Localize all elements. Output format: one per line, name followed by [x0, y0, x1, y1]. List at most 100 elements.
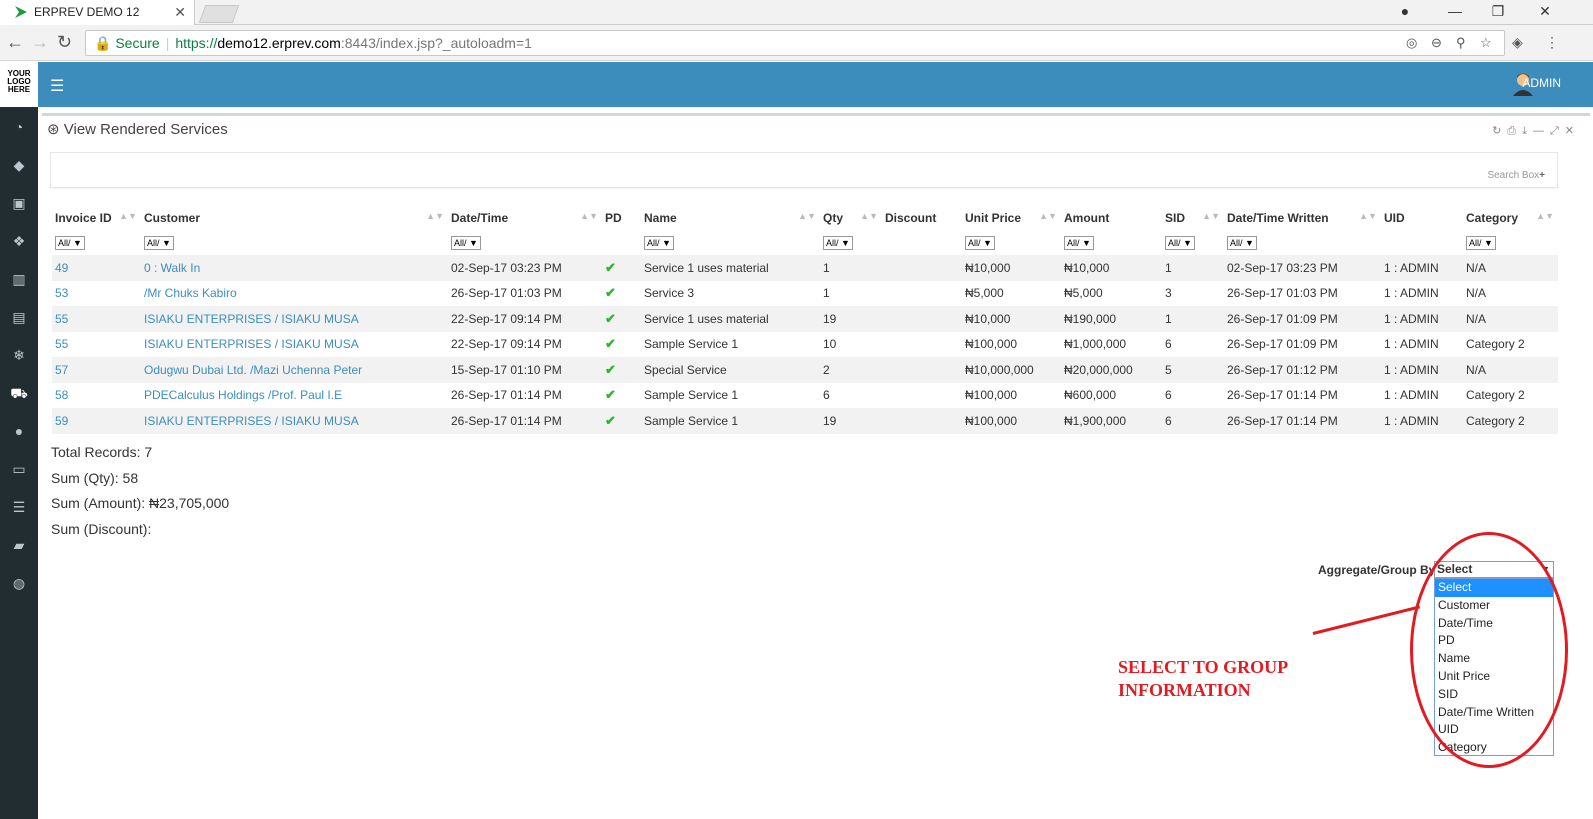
table-row[interactable]: 55 ISIAKU ENTERPRISES / ISIAKU MUSA 22-Sep… — [52, 306, 1558, 332]
table-cell[interactable]: ISIAKU ENTERPRISES / ISIAKU MUSA — [141, 408, 448, 434]
back-icon[interactable]: ← — [6, 32, 24, 52]
profile-icon[interactable]: ● — [1385, 0, 1425, 25]
cell-invoice: 59 — [55, 413, 69, 428]
col-qty[interactable]: Qty ▲▼ — [820, 205, 882, 230]
filter-sid[interactable]: All/ ▼ — [1165, 236, 1195, 250]
tag-icon[interactable]: ◆ — [8, 156, 30, 174]
restore-icon[interactable]: ❐ — [1478, 0, 1518, 25]
table-cell[interactable]: ISIAKU ENTERPRISES / ISIAKU MUSA — [141, 306, 448, 332]
url-bar[interactable]: 🔒 Secure | https://demo12.erprev.com:8443/… — [85, 30, 1505, 56]
col-discount[interactable]: Discount — [882, 205, 962, 230]
filter-customer[interactable]: All/ ▼ — [144, 236, 174, 250]
table-row[interactable]: 57 Odugwu Dubai Ltd. /Mazi Uchenna Peter 1… — [52, 357, 1558, 383]
user-name[interactable]: ADMIN — [1522, 76, 1561, 90]
collapse-icon[interactable]: — — [1533, 125, 1550, 137]
reload-icon[interactable]: ↻ — [57, 32, 72, 52]
new-tab-button[interactable] — [198, 5, 240, 23]
filter-qty[interactable]: All/ ▼ — [823, 236, 853, 250]
refresh-icon[interactable]: ↻ — [1492, 125, 1507, 137]
location-icon[interactable]: ◎ — [1406, 31, 1417, 55]
browser-menu-icon[interactable]: ⋮ — [1545, 32, 1559, 52]
browser-tab[interactable]: ERPREV DEMO 12 ✕ — [0, 0, 195, 25]
table-cell: ₦100,000 — [962, 408, 1061, 434]
expand-icon[interactable]: ⤢ — [1550, 125, 1565, 137]
support-icon[interactable]: ◍ — [8, 574, 30, 592]
table-cell[interactable]: 0 : Walk In — [141, 255, 448, 281]
forward-icon[interactable]: → — [31, 32, 49, 52]
table-cell[interactable]: 53 — [52, 281, 141, 307]
col-uid[interactable]: UID — [1381, 205, 1463, 230]
table-cell[interactable]: /Mr Chuks Kabiro — [141, 281, 448, 307]
filter-datetime[interactable]: All/ ▼ — [451, 236, 481, 250]
filter-unit-price[interactable]: All/ ▼ — [965, 236, 995, 250]
close-icon[interactable]: ✕ — [1565, 125, 1580, 137]
print-icon[interactable]: ⎙ — [1507, 125, 1522, 137]
money-icon[interactable]: ▣ — [8, 194, 30, 212]
col-invoice-id[interactable]: Invoice ID ▲▼ — [52, 205, 141, 230]
col-pd[interactable]: PD — [602, 205, 641, 230]
app-header — [0, 62, 1593, 107]
cart-icon[interactable]: ⛟ — [8, 384, 30, 402]
table-cell: 19 — [820, 408, 882, 434]
col-datetime-written[interactable]: Date/Time Written ▲▼ — [1224, 205, 1381, 230]
building-icon[interactable]: ▥ — [8, 270, 30, 288]
table-cell[interactable]: 57 — [52, 357, 141, 383]
trash-icon[interactable]: ▤ — [8, 308, 30, 326]
col-category[interactable]: Category ▲▼ — [1463, 205, 1558, 230]
comment-icon[interactable]: ● — [8, 422, 30, 440]
cell-customer: 0 : Walk In — [144, 260, 201, 275]
table-row[interactable]: 53/Mr Chuks Kabiro 26-Sep-17 01:03 PM ✔ Ser… — [52, 281, 1558, 307]
col-name[interactable]: Name ▲▼ — [641, 205, 820, 230]
aggregate-label: Aggregate/Group By: — [1318, 563, 1440, 577]
filter-name[interactable]: All/ ▼ — [644, 236, 674, 250]
cubes-icon[interactable]: ❖ — [8, 232, 30, 250]
table-row[interactable]: 49 0 : Walk In 02-Sep-17 03:23 PM ✔ Service … — [52, 255, 1558, 281]
filter-category[interactable]: All/ ▼ — [1466, 236, 1496, 250]
table-row[interactable]: 55 ISIAKU ENTERPRISES / ISIAKU MUSA 22-Sep… — [52, 332, 1558, 358]
cell-unit_price: ₦10,000 — [965, 311, 1011, 326]
tab-close-icon[interactable]: ✕ — [174, 0, 186, 25]
download-icon[interactable]: ⤓ — [1522, 125, 1533, 137]
table-cell: 26-Sep-17 01:14 PM — [1224, 383, 1381, 409]
search-box-label[interactable]: Search Box+ — [1487, 170, 1545, 181]
col-datetime[interactable]: Date/Time ▲▼ — [448, 205, 602, 230]
table-cell: ₦100,000 — [962, 383, 1061, 409]
desktop-icon[interactable]: ▭ — [8, 460, 30, 478]
col-unit-price[interactable]: Unit Price ▲▼ — [962, 205, 1061, 230]
minimize-icon[interactable]: — — [1435, 0, 1475, 25]
database-icon[interactable]: ☰ — [8, 498, 30, 516]
col-amount[interactable]: Amount — [1061, 205, 1162, 230]
col-sid[interactable]: SID ▲▼ — [1162, 205, 1224, 230]
table-cell[interactable]: Odugwu Dubai Ltd. /Mazi Uchenna Peter — [141, 357, 448, 383]
cell-invoice: 55 — [55, 311, 69, 326]
bookmark-star-icon[interactable]: ☆ — [1480, 31, 1492, 55]
cell-name: Special Service — [644, 362, 727, 377]
snowflake-icon[interactable]: ❄ — [8, 346, 30, 364]
zoom-icon[interactable]: ⊖ — [1431, 31, 1442, 55]
table-cell[interactable]: 55 — [52, 306, 141, 332]
url-path: :8443/index.jsp?_autoloadm=1 — [340, 35, 532, 51]
table-cell[interactable]: ISIAKU ENTERPRISES / ISIAKU MUSA — [141, 332, 448, 358]
dashboard-icon[interactable]: ◔ — [8, 118, 30, 136]
book-icon[interactable]: ▰ — [8, 536, 30, 554]
table-row[interactable]: 58 PDECalculus Holdings /Prof. Paul I.E 26… — [52, 383, 1558, 409]
table-cell[interactable]: 58 — [52, 383, 141, 409]
col-customer[interactable]: Customer ▲▼ — [141, 205, 448, 230]
extension-puzzle-icon[interactable]: ◈ — [1512, 32, 1523, 52]
table-cell[interactable]: PDECalculus Holdings /Prof. Paul I.E — [141, 383, 448, 409]
window-close-icon[interactable]: ✕ — [1525, 0, 1565, 25]
table-cell[interactable]: 55 — [52, 332, 141, 358]
filter-datetime-written[interactable]: All/ ▼ — [1227, 236, 1257, 250]
filter-amount[interactable]: All/ ▼ — [1064, 236, 1094, 250]
filter-invoice-id[interactable]: All/ ▼ — [55, 236, 85, 250]
menu-toggle-icon[interactable]: ☰ — [50, 76, 64, 96]
extension-icon[interactable]: ⚲ — [1456, 31, 1466, 55]
table-cell: ✔ — [602, 408, 641, 434]
table-row[interactable]: 59 ISIAKU ENTERPRISES / ISIAKU MUSA 26-Sep… — [52, 408, 1558, 434]
table-cell[interactable]: 49 — [52, 255, 141, 281]
company-logo[interactable]: YOUR LOGO HERE — [0, 62, 38, 107]
cell-sid: 1 — [1165, 260, 1172, 275]
cell-unit_price: ₦100,000 — [965, 337, 1018, 352]
table-cell: Service 1 uses material — [641, 306, 820, 332]
table-cell[interactable]: 59 — [52, 408, 141, 434]
